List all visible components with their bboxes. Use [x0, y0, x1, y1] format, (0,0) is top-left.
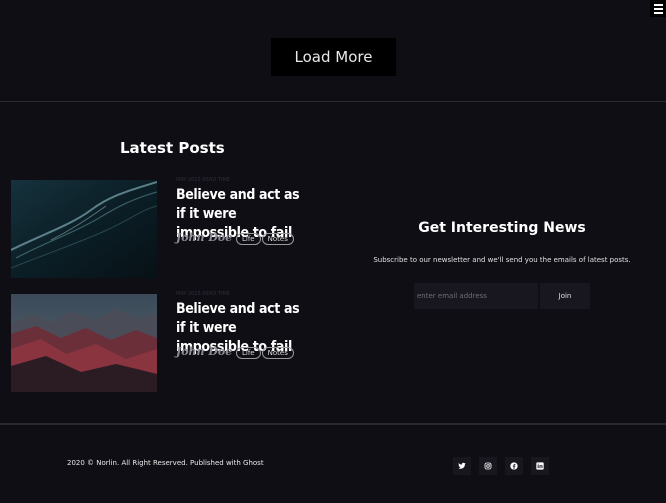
section-divider [0, 101, 666, 102]
post-card[interactable]: MAY 2023 READ TIME Believe and act as if… [11, 177, 321, 278]
tag-life[interactable]: Life [236, 233, 261, 245]
instagram-link[interactable] [479, 457, 497, 475]
post-tags: Life Notes [236, 233, 294, 245]
hamburger-icon [653, 3, 663, 6]
post-meta: MAY 2023 READ TIME [176, 177, 230, 183]
tag-notes[interactable]: Notes [261, 347, 294, 359]
copyright-text: 2020 © Norlin. All Right Reserved. Publi… [67, 459, 264, 467]
newsletter-description: Subscribe to our newsletter and we'll se… [373, 256, 631, 264]
twitter-link[interactable] [453, 457, 471, 475]
post-card[interactable]: MAY 2023 READ TIME Believe and act as if… [11, 291, 321, 392]
post-tags: Life Notes [236, 347, 294, 359]
facebook-link[interactable] [505, 457, 523, 475]
email-field[interactable] [414, 283, 538, 309]
join-button[interactable]: Join [540, 283, 590, 309]
linkedin-link[interactable] [531, 457, 549, 475]
tag-notes[interactable]: Notes [261, 233, 294, 245]
social-links [453, 457, 549, 475]
tag-life[interactable]: Life [236, 347, 261, 359]
post-author[interactable]: John Doe [176, 231, 232, 244]
post-meta: MAY 2023 READ TIME [176, 291, 230, 297]
post-thumbnail[interactable] [11, 180, 157, 278]
latest-posts-heading: Latest Posts [120, 139, 225, 157]
red-mountains-image [11, 294, 157, 392]
twitter-icon [458, 462, 466, 469]
instagram-icon [484, 462, 492, 470]
post-author[interactable]: John Doe [176, 345, 232, 358]
footer-divider [0, 423, 666, 425]
ocean-waves-image [11, 180, 157, 278]
newsletter-heading: Get Interesting News [418, 220, 586, 236]
facebook-icon [510, 462, 518, 470]
linkedin-icon [536, 462, 544, 470]
post-thumbnail[interactable] [11, 294, 157, 392]
load-more-button[interactable]: Load More [271, 38, 396, 76]
menu-button[interactable] [650, 0, 666, 17]
